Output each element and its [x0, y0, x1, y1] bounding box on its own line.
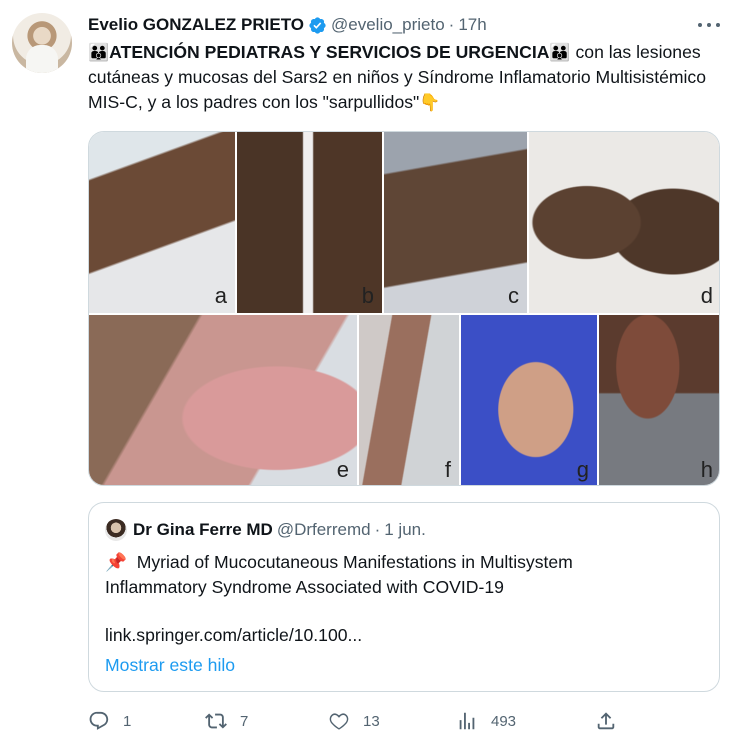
tweet-header: Evelio GONZALEZ PRIETO @evelio_prieto · … [88, 14, 487, 36]
separator-dot: · [374, 520, 381, 539]
author-name[interactable]: Evelio GONZALEZ PRIETO [88, 15, 304, 35]
retweet-button[interactable]: 7 [205, 707, 248, 735]
more-options-icon[interactable] [698, 14, 720, 36]
show-thread-link[interactable]: Mostrar este hilo [105, 655, 235, 676]
image-panel-f: f [359, 315, 459, 485]
tweet-text: 👪ATENCIÓN PEDIATRAS Y SERVICIOS DE URGEN… [88, 40, 716, 115]
quoted-tweet-body: Myriad of Mucocutaneous Manifestations i… [105, 552, 573, 597]
quoted-tweet-text: 📌 Myriad of Mucocutaneous Manifestations… [105, 550, 665, 600]
tweet-timestamp[interactable]: 17h [458, 15, 486, 35]
tweet-image[interactable]: a b c d e f g h [88, 131, 720, 486]
image-panel-g: g [461, 315, 597, 485]
pointing-down-emoji-icon: 👇 [419, 93, 441, 112]
image-panel-e: e [89, 315, 357, 485]
image-panel-a: a [89, 132, 235, 313]
image-panel-b: b [237, 132, 382, 313]
share-button[interactable] [595, 707, 617, 735]
verified-badge-icon [309, 16, 326, 34]
panel-label: c [508, 283, 519, 308]
tweet-actions: 1 7 13 493 [88, 707, 720, 735]
quoted-author-handle: @Drferremd [276, 520, 371, 539]
heart-icon [329, 713, 349, 730]
image-panel-h: h [599, 315, 719, 485]
panel-label: g [576, 457, 589, 482]
panel-label: e [336, 457, 349, 482]
panel-label: a [214, 283, 227, 308]
views-count: 493 [491, 712, 517, 730]
like-count: 13 [363, 712, 380, 730]
reply-button[interactable]: 1 [88, 707, 131, 735]
share-icon [597, 712, 615, 730]
like-button[interactable]: 13 [328, 707, 380, 735]
image-panel-c: c [384, 132, 527, 313]
family-emoji-icon: 👪 [88, 43, 110, 62]
views-button[interactable]: 493 [456, 707, 516, 735]
retweet-count: 7 [240, 712, 249, 730]
quoted-tweet-link[interactable]: link.springer.com/article/10.100... [105, 625, 362, 646]
author-handle[interactable]: @evelio_prieto [331, 15, 445, 35]
quoted-tweet-timestamp: 1 jun. [384, 520, 426, 539]
panel-label: b [361, 283, 374, 308]
separator-dot: · [448, 15, 455, 34]
reply-icon [89, 711, 109, 730]
reply-count: 1 [123, 712, 132, 730]
panel-label: d [700, 283, 713, 308]
image-panel-d: d [529, 132, 719, 313]
pushpin-emoji-icon: 📌 [105, 552, 127, 572]
panel-label: f [444, 457, 451, 482]
views-chart-icon [459, 712, 475, 730]
quoted-author-avatar [105, 519, 127, 541]
quoted-tweet[interactable]: Dr Gina Ferre MD @Drferremd · 1 jun. 📌 M… [88, 502, 720, 692]
tweet-headline: ATENCIÓN PEDIATRAS Y SERVICIOS DE URGENC… [109, 42, 550, 62]
quoted-author-name: Dr Gina Ferre MD [133, 520, 273, 539]
panel-label: h [700, 457, 713, 482]
retweet-icon [205, 713, 227, 729]
quoted-tweet-header: Dr Gina Ferre MD @Drferremd · 1 jun. [105, 519, 426, 541]
author-avatar[interactable] [12, 13, 72, 73]
family-emoji-icon: 👪 [549, 43, 571, 62]
